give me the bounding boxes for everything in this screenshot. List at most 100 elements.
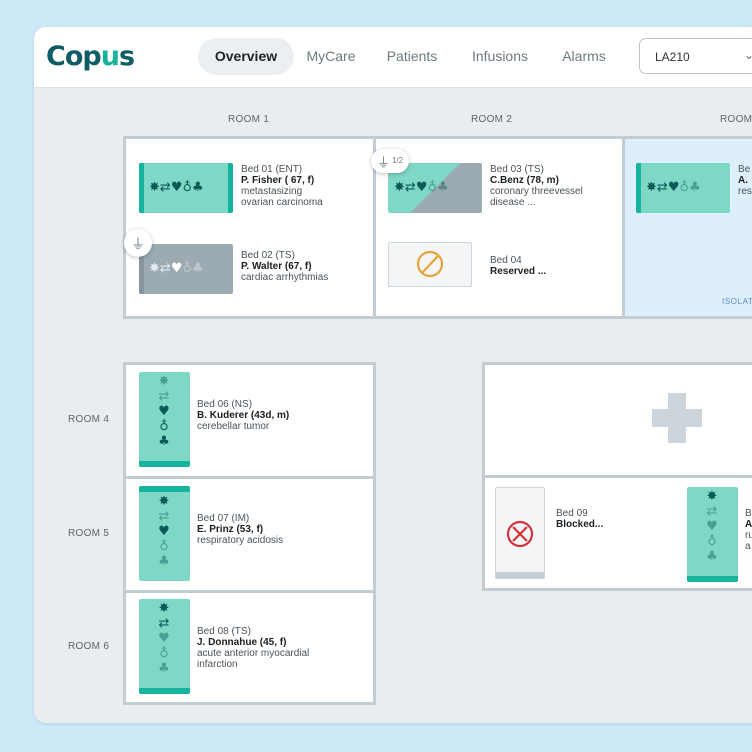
drop-icon: ♁ xyxy=(427,180,437,195)
bed-info-03[interactable]: Bed 03 (TS) C.Benz (78, m) coronary thre… xyxy=(490,164,583,208)
patient-name: P. Fisher ( 67, f) xyxy=(241,175,315,186)
room-label-1: ROOM 1 xyxy=(228,114,270,125)
heart-icon: ♥ xyxy=(170,180,183,195)
bed-id: Bed 07 (IM) xyxy=(197,513,250,524)
heart-icon: ♥ xyxy=(170,261,183,276)
bed-id: Bed 01 (ENT) xyxy=(241,164,303,175)
arrows-icon: ⇄ xyxy=(159,261,171,276)
tab-overview[interactable]: Overview xyxy=(198,38,294,75)
virus-icon: ✸ xyxy=(158,374,170,389)
room-label-6: ROOM 6 xyxy=(68,641,110,652)
unit-select-value: LA210 xyxy=(655,50,690,64)
heart-icon: ♥ xyxy=(706,519,718,534)
heart-icon: ♥ xyxy=(158,631,170,646)
room-divider xyxy=(485,475,752,478)
virus-icon: ✸ xyxy=(158,494,170,509)
tab-infusions[interactable]: Infusions xyxy=(462,38,538,75)
unplugged-badge[interactable]: ⏚ xyxy=(124,229,152,257)
bed-id: Be xyxy=(738,164,751,175)
bed-card-07[interactable]: ✸ ⇄ ♥ ♁ ♣ xyxy=(139,486,190,581)
chevron-down-icon: ⌄ xyxy=(744,48,752,62)
tab-mycare[interactable]: MyCare xyxy=(296,38,366,75)
virus-icon: ✸ xyxy=(149,261,160,276)
blocked-icon xyxy=(506,520,534,548)
bed-card-10[interactable]: ✸ ⇄ ♥ ♁ ♣ xyxy=(687,487,738,582)
lungs-icon: ♣ xyxy=(437,180,449,195)
bed-info-04[interactable]: Bed 04 Reserved ... xyxy=(490,255,546,277)
bed-id: B xyxy=(745,508,752,519)
diagnosis: disease ... xyxy=(490,197,536,208)
reserved-label: Reserved ... xyxy=(490,266,547,277)
room-divider xyxy=(622,139,625,316)
bed-card-05[interactable]: ✸⇄♥♁♣ xyxy=(636,163,730,213)
virus-icon: ✸ xyxy=(149,180,160,195)
patient-name: C.Benz (78, m) xyxy=(490,175,559,186)
virus-icon: ✸ xyxy=(646,180,657,195)
bed-id: Bed 09 xyxy=(556,508,588,519)
room-label-2: ROOM 2 xyxy=(471,114,513,125)
connection-count: 1/2 xyxy=(392,156,404,165)
bed-info-01[interactable]: Bed 01 (ENT) P. Fisher ( 67, f) metastas… xyxy=(241,164,323,208)
virus-icon: ✸ xyxy=(158,601,170,616)
bed-info-05[interactable]: Be A. res xyxy=(738,164,752,197)
room-label-4: ROOM 4 xyxy=(68,414,110,425)
lungs-icon: ♣ xyxy=(192,261,204,276)
bed-info-08[interactable]: Bed 08 (TS) J. Donnahue (45, f) acute an… xyxy=(197,626,309,670)
add-room-icon[interactable] xyxy=(652,393,702,443)
heart-icon: ♥ xyxy=(667,180,680,195)
plug-icon: ⏚ xyxy=(377,156,391,171)
room-label-3: ROOM xyxy=(720,114,752,125)
diagnosis: cardiac arrhythmias xyxy=(241,272,329,283)
diagnosis: coronary threevessel xyxy=(490,186,583,197)
bed-card-02[interactable]: ✸⇄♥♁♣ xyxy=(139,244,233,294)
tab-patients[interactable]: Patients xyxy=(376,38,448,75)
partial-connection-badge[interactable]: ⏚ 1/2 xyxy=(371,149,409,173)
bed-card-08[interactable]: ✸ ⇄ ♥ ♁ ♣ xyxy=(139,599,190,694)
arrows-icon: ⇄ xyxy=(158,389,170,404)
arrows-icon: ⇄ xyxy=(159,180,171,195)
arrows-icon: ⇄ xyxy=(706,504,718,519)
patient-name: J. Donnahue (45, f) xyxy=(197,637,287,648)
diagnosis: a xyxy=(745,541,751,552)
bed-card-04[interactable] xyxy=(388,242,472,287)
drop-icon: ♁ xyxy=(159,539,169,554)
lungs-icon: ♣ xyxy=(192,180,204,195)
bed-info-09[interactable]: Bed 09 Blocked... xyxy=(556,508,603,530)
lungs-icon: ♣ xyxy=(158,434,170,449)
room-divider xyxy=(126,476,373,479)
unit-select[interactable]: LA210 ⌄ xyxy=(639,38,752,74)
patient-name: A xyxy=(745,519,752,530)
bed-info-02[interactable]: Bed 02 (TS) P. Walter (67, f) cardiac ar… xyxy=(241,250,328,283)
patient-name: B. Kuderer (43d, m) xyxy=(197,410,290,421)
arrows-icon: ⇄ xyxy=(158,509,170,524)
drop-icon: ♁ xyxy=(182,180,192,195)
tab-alarms[interactable]: Alarms xyxy=(552,38,616,75)
bed-id: Bed 03 (TS) xyxy=(490,164,544,175)
blocked-label: Blocked... xyxy=(556,519,604,530)
heart-icon: ♥ xyxy=(415,180,428,195)
patient-name: A. xyxy=(738,175,748,186)
diagnosis: metastasizing xyxy=(241,186,303,197)
heart-icon: ♥ xyxy=(158,404,170,419)
lungs-icon: ♣ xyxy=(706,549,718,564)
arrows-icon: ⇄ xyxy=(158,616,170,631)
bed-info-06[interactable]: Bed 06 (NS) B. Kuderer (43d, m) cerebell… xyxy=(197,399,289,432)
bed-card-09[interactable] xyxy=(495,487,545,579)
bed-card-01[interactable]: ✸⇄♥♁♣ xyxy=(139,163,233,213)
isolation-label: ISOLAT xyxy=(722,297,752,306)
drop-icon: ♁ xyxy=(707,534,717,549)
bed-card-06[interactable]: ✸ ⇄ ♥ ♁ ♣ xyxy=(139,372,190,467)
diagnosis: res xyxy=(738,186,752,197)
virus-icon: ✸ xyxy=(394,180,405,195)
reserved-icon xyxy=(416,250,444,278)
copus-logo[interactable]: Copus xyxy=(46,41,135,72)
room-divider xyxy=(126,590,373,593)
bed-info-07[interactable]: Bed 07 (IM) E. Prinz (53, f) respiratory… xyxy=(197,513,283,546)
diagnosis: cerebellar tumor xyxy=(197,421,270,432)
heart-icon: ♥ xyxy=(158,524,170,539)
patient-name: P. Walter (67, f) xyxy=(241,261,312,272)
bed-info-10[interactable]: B A ru a xyxy=(745,508,752,552)
arrows-icon: ⇄ xyxy=(404,180,416,195)
app-window: Copus Overview MyCare Patients Infusions… xyxy=(34,27,752,723)
lungs-icon: ♣ xyxy=(158,661,170,676)
